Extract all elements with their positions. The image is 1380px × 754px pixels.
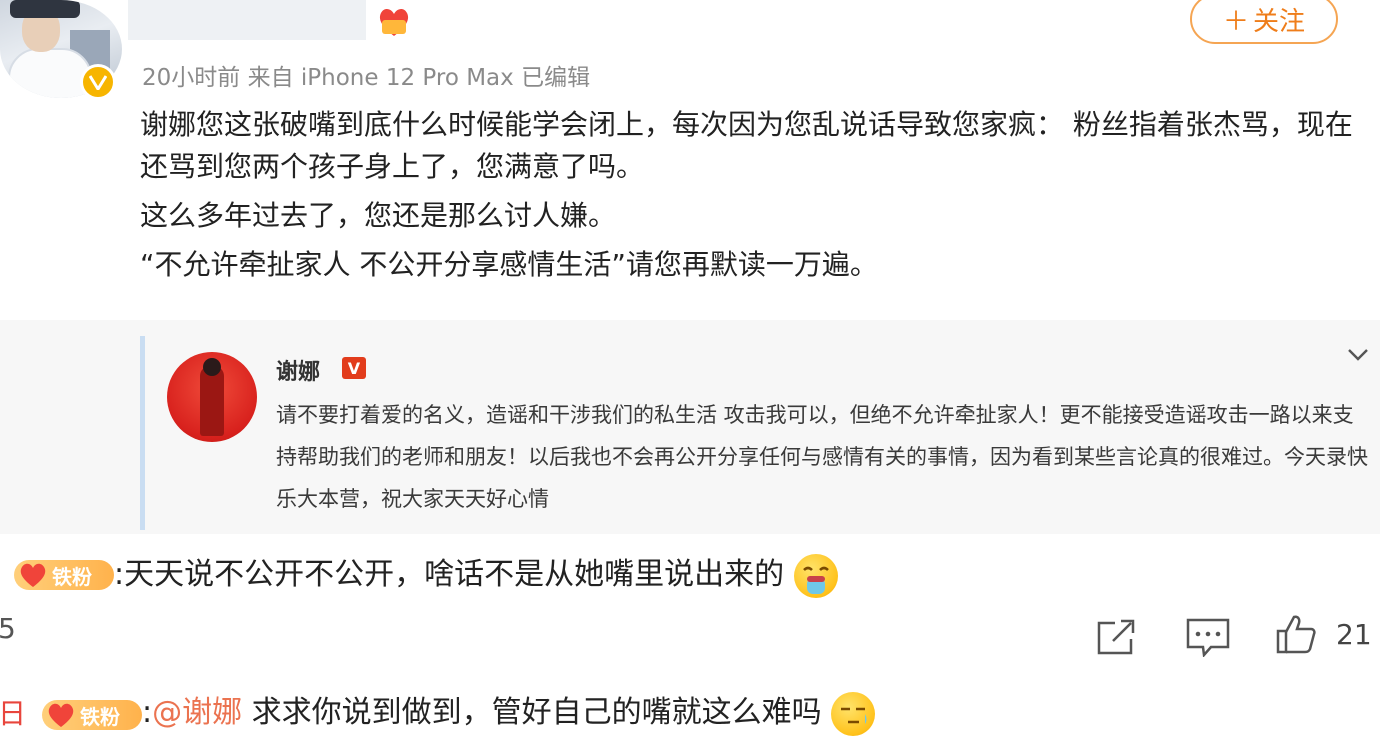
quoted-author-avatar[interactable] <box>167 352 257 442</box>
quoted-post-text: 请不要打着爱的名义，造谣和干涉我们的私生活 攻击我可以，但绝不允许牵扯家人！更不… <box>276 403 1368 511</box>
post-paragraph: 这么多年过去了，您还是那么讨人嫌。 <box>140 199 617 232</box>
post-paragraph: 谢娜您这张破嘴到底什么时候能学会闭上，每次因为您乱说话导致您家疯： 粉丝指着张杰… <box>140 108 1353 183</box>
comment-body: 求求你说到做到，管好自己的嘴就这么难吗 <box>242 695 822 730</box>
follow-button[interactable]: ＋ 关注 <box>1190 0 1338 44</box>
comment-text: :@谢娜 求求你说到做到，管好自己的嘴就这么难吗 <box>142 688 876 738</box>
post-meta: 20小时前 来自 iPhone 12 Pro Max 已编辑 <box>142 65 591 91</box>
quote-accent-bar <box>140 336 145 530</box>
like-count: 21 <box>1336 618 1372 651</box>
post-body: 谢娜您这张破嘴到底什么时候能学会闭上，每次因为您乱说话导致您家疯： 粉丝指着张杰… <box>140 104 1372 293</box>
partial-date: 日 <box>0 697 27 730</box>
post-paragraph: “不允许牵扯家人 不公开分享感情生活”请您再默读一万遍。 <box>140 248 878 281</box>
fan-badge-icon <box>377 6 411 38</box>
thumbs-up-icon[interactable] <box>1275 613 1317 655</box>
fan-heart-icon <box>18 562 48 588</box>
username-redacted <box>128 0 366 40</box>
plus-icon: ＋ <box>1222 6 1249 37</box>
partial-count: 5 <box>0 612 16 645</box>
comment-body: 天天说不公开不公开，啥话不是从她嘴里说出来的 <box>124 557 785 592</box>
mention-link[interactable]: @谢娜 <box>152 695 242 730</box>
comment-separator: : <box>142 695 153 730</box>
verified-v-icon: V <box>342 357 366 379</box>
fan-heart-icon <box>46 702 76 728</box>
chevron-down-icon[interactable] <box>1346 342 1370 366</box>
share-icon[interactable] <box>1095 617 1137 657</box>
fan-badge-label: 铁粉 <box>80 704 120 729</box>
fan-level-badge: 铁粉 <box>14 560 114 590</box>
follow-label: 关注 <box>1253 6 1306 37</box>
comment-separator: : <box>114 557 125 592</box>
quoted-author-name[interactable]: 谢娜 <box>276 354 320 386</box>
fan-badge-label: 铁粉 <box>52 564 92 589</box>
speechless-emoji-icon <box>831 691 876 736</box>
vomit-emoji-icon <box>793 553 838 598</box>
fan-level-badge: 铁粉 <box>42 700 142 730</box>
comment-icon[interactable] <box>1185 617 1231 658</box>
comment-text: :天天说不公开不公开，啥话不是从她嘴里说出来的 <box>114 550 838 600</box>
verified-badge-icon <box>80 64 116 100</box>
